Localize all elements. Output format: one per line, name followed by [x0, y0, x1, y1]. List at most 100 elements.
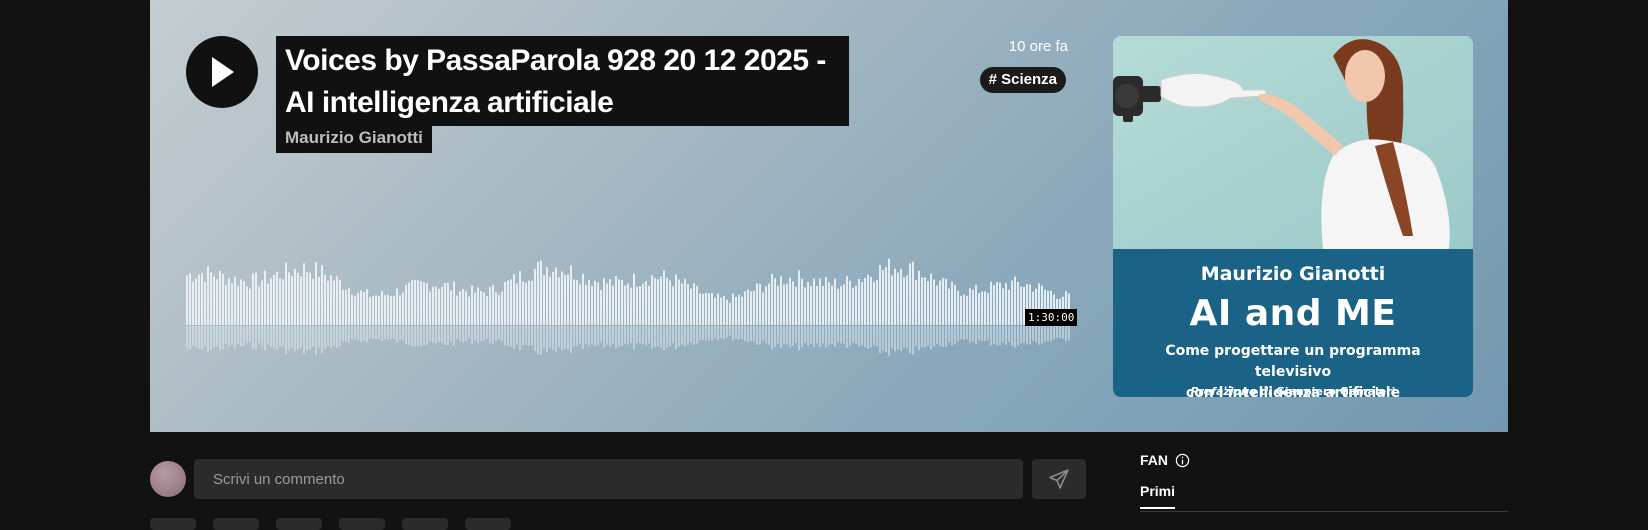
waveform-bar — [843, 284, 845, 325]
waveform-bar — [327, 280, 329, 325]
waveform-bar — [978, 293, 980, 325]
waveform-reflection — [840, 326, 842, 344]
waveform-reflection — [1005, 326, 1007, 345]
send-button[interactable] — [1032, 459, 1086, 499]
waveform-bar — [834, 278, 836, 325]
waveform-reflection — [264, 326, 266, 351]
waveform-bar — [690, 288, 692, 325]
action-button-1[interactable] — [150, 518, 196, 530]
waveform-reflection — [1068, 326, 1070, 341]
waveform-bar — [720, 297, 722, 325]
waveform-bar — [639, 286, 641, 325]
action-button-4[interactable] — [339, 518, 385, 530]
waveform-reflection — [537, 326, 539, 355]
action-button-5[interactable] — [402, 518, 448, 530]
waveform-bar — [216, 279, 218, 325]
play-button[interactable] — [186, 36, 258, 108]
waveform-reflection — [546, 326, 548, 353]
waveform-bar — [672, 286, 674, 325]
waveform-reflection — [681, 326, 683, 345]
waveform-bar — [762, 292, 764, 325]
waveform-bar — [858, 279, 860, 325]
waveform-bar — [912, 261, 914, 325]
waveform-reflection — [336, 326, 338, 348]
waveform-bar — [756, 283, 758, 325]
action-button-3[interactable] — [276, 518, 322, 530]
action-button-2[interactable] — [213, 518, 259, 530]
waveform-bar — [474, 292, 476, 325]
waveform-bar — [372, 295, 374, 325]
waveform-reflection — [936, 326, 938, 344]
waveform-bar — [636, 286, 638, 325]
action-button-6[interactable] — [465, 518, 511, 530]
waveform-bar — [798, 270, 800, 325]
waveform-reflection — [636, 326, 638, 344]
waveform-reflection — [810, 326, 812, 344]
waveform-bar — [951, 281, 953, 325]
waveform-reflection — [669, 326, 671, 347]
tab-primi[interactable]: Primi — [1140, 483, 1176, 509]
waveform-bar — [348, 288, 350, 325]
play-icon — [212, 57, 234, 87]
waveform-reflection — [312, 326, 314, 347]
waveform-reflection — [309, 326, 311, 350]
waveform-reflection — [966, 326, 968, 340]
waveform-bar — [546, 267, 548, 325]
waveform-bar — [234, 276, 236, 325]
waveform-bar — [501, 291, 503, 325]
waveform-bar — [741, 296, 743, 325]
waveform-bar — [681, 283, 683, 325]
waveform[interactable] — [186, 250, 1070, 360]
waveform-bar — [804, 287, 806, 325]
waveform-reflection — [705, 326, 707, 341]
waveform-reflection — [960, 326, 962, 340]
waveform-bar — [303, 263, 305, 325]
episode-author[interactable]: Maurizio Gianotti — [276, 126, 432, 153]
waveform-bar — [945, 278, 947, 325]
waveform-reflection — [957, 326, 959, 342]
waveform-reflection — [330, 326, 332, 349]
waveform-reflection — [786, 326, 788, 345]
waveform-bar — [432, 286, 434, 325]
waveform-reflection — [1002, 326, 1004, 343]
waveform-bar — [453, 281, 455, 325]
waveform-reflection — [600, 326, 602, 342]
waveform-bar — [777, 285, 779, 325]
waveform-reflection — [207, 326, 209, 353]
waveform-bar — [219, 270, 221, 325]
waveform-bar — [444, 282, 446, 325]
waveform-bar — [318, 277, 320, 325]
comment-input[interactable] — [194, 459, 1023, 499]
waveform-bar — [387, 294, 389, 325]
category-tag[interactable]: # Scienza — [979, 67, 1066, 93]
waveform-reflection — [606, 326, 608, 345]
waveform-bar — [537, 261, 539, 325]
waveform-reflection — [213, 326, 215, 348]
waveform-reflection — [189, 326, 191, 350]
info-icon[interactable] — [1175, 453, 1190, 468]
waveform-reflection — [978, 326, 980, 341]
waveform-reflection — [642, 326, 644, 345]
waveform-reflection — [654, 326, 656, 348]
waveform-bar — [408, 282, 410, 325]
waveform-bar — [969, 288, 971, 325]
waveform-bar — [516, 283, 518, 325]
waveform-bar — [591, 286, 593, 325]
waveform-bar — [588, 280, 590, 325]
waveform-reflection — [663, 326, 665, 351]
waveform-reflection — [612, 326, 614, 344]
waveform-reflection — [234, 326, 236, 348]
waveform-reflection — [291, 326, 293, 349]
waveform-reflection — [534, 326, 536, 352]
waveform-bar — [891, 275, 893, 325]
waveform-reflection — [798, 326, 800, 351]
waveform-bar — [738, 294, 740, 325]
waveform-bar — [396, 288, 398, 325]
waveform-reflection — [549, 326, 551, 348]
waveform-reflection — [708, 326, 710, 341]
waveform-reflection — [906, 326, 908, 349]
waveform-bar — [273, 275, 275, 325]
waveform-bar — [450, 290, 452, 325]
waveform-reflection — [303, 326, 305, 354]
waveform-reflection — [915, 326, 917, 347]
